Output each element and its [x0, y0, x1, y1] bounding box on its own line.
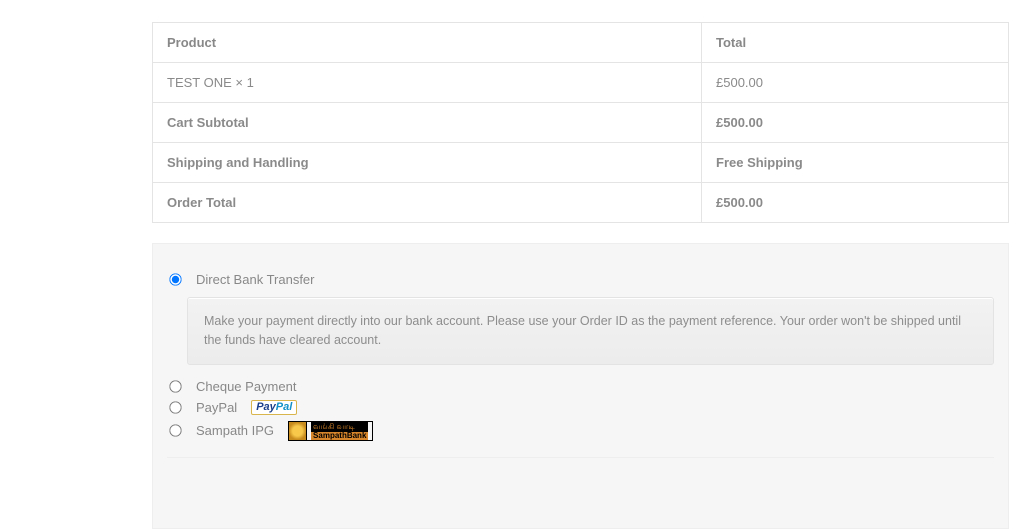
total-label: Order Total [153, 183, 702, 223]
shipping-label: Shipping and Handling [153, 143, 702, 183]
subtotal-value: £500.00 [702, 103, 1009, 143]
payment-label: Cheque Payment [196, 379, 296, 394]
radio-sampath[interactable] [169, 424, 181, 436]
col-product-header: Product [153, 23, 702, 63]
total-value: £500.00 [702, 183, 1009, 223]
total-row: Order Total £500.00 [153, 183, 1009, 223]
shipping-value: Free Shipping [702, 143, 1009, 183]
paypal-logo-icon: PayPal [251, 400, 297, 415]
shipping-row: Shipping and Handling Free Shipping [153, 143, 1009, 183]
checkout-container: Product Total TEST ONE × 1 £500.00 Cart … [152, 22, 1009, 529]
radio-direct-bank[interactable] [169, 273, 181, 285]
payment-option-paypal[interactable]: PayPal PayPal [167, 400, 994, 415]
payment-label: PayPal [196, 400, 237, 415]
payment-label: Direct Bank Transfer [196, 272, 315, 287]
payment-option-direct-bank[interactable]: Direct Bank Transfer [167, 272, 994, 287]
divider [167, 457, 994, 458]
radio-paypal[interactable] [169, 401, 181, 413]
product-name-cell: TEST ONE × 1 [153, 63, 702, 103]
payment-description: Make your payment directly into our bank… [187, 297, 994, 365]
order-review-table: Product Total TEST ONE × 1 £500.00 Cart … [152, 22, 1009, 223]
radio-cheque[interactable] [169, 380, 181, 392]
product-total-cell: £500.00 [702, 63, 1009, 103]
subtotal-label: Cart Subtotal [153, 103, 702, 143]
subtotal-row: Cart Subtotal £500.00 [153, 103, 1009, 143]
payment-methods-panel: Direct Bank Transfer Make your payment d… [152, 243, 1009, 529]
payment-option-sampath[interactable]: Sampath IPG வங்கி வாடி SampathBank [167, 421, 994, 441]
sampath-emblem-icon [289, 422, 307, 440]
payment-option-cheque[interactable]: Cheque Payment [167, 379, 994, 394]
sampath-bank-logo-icon: வங்கி வாடி SampathBank [288, 421, 373, 441]
col-total-header: Total [702, 23, 1009, 63]
table-header-row: Product Total [153, 23, 1009, 63]
payment-label: Sampath IPG [196, 423, 274, 438]
table-row: TEST ONE × 1 £500.00 [153, 63, 1009, 103]
